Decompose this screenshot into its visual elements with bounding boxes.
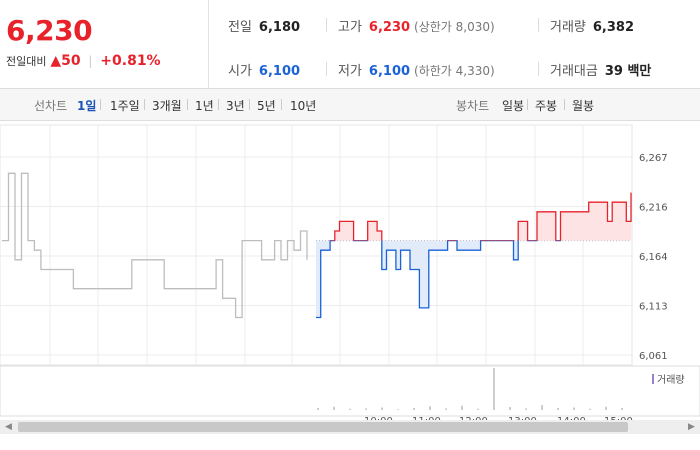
scroll-right-icon[interactable]: ▶ [688, 422, 695, 432]
volume-legend-swatch [652, 374, 654, 384]
y-tick-label: 6,164 [639, 252, 668, 263]
volume-legend: 거래량 [657, 374, 685, 386]
y-tick-label: 6,113 [639, 302, 668, 313]
chart-scrollbar[interactable]: ◀ ▶ [0, 420, 700, 434]
y-tick-label: 6,216 [639, 203, 668, 214]
price-chart: 6,2676,2166,1646,1136,061거래량10:0011:0012… [0, 124, 700, 427]
scroll-left-icon[interactable]: ◀ [5, 422, 12, 432]
y-tick-label: 6,267 [639, 153, 668, 164]
scroll-thumb[interactable] [18, 422, 628, 432]
volume-panel [0, 365, 700, 417]
y-tick-label: 6,061 [639, 351, 668, 362]
